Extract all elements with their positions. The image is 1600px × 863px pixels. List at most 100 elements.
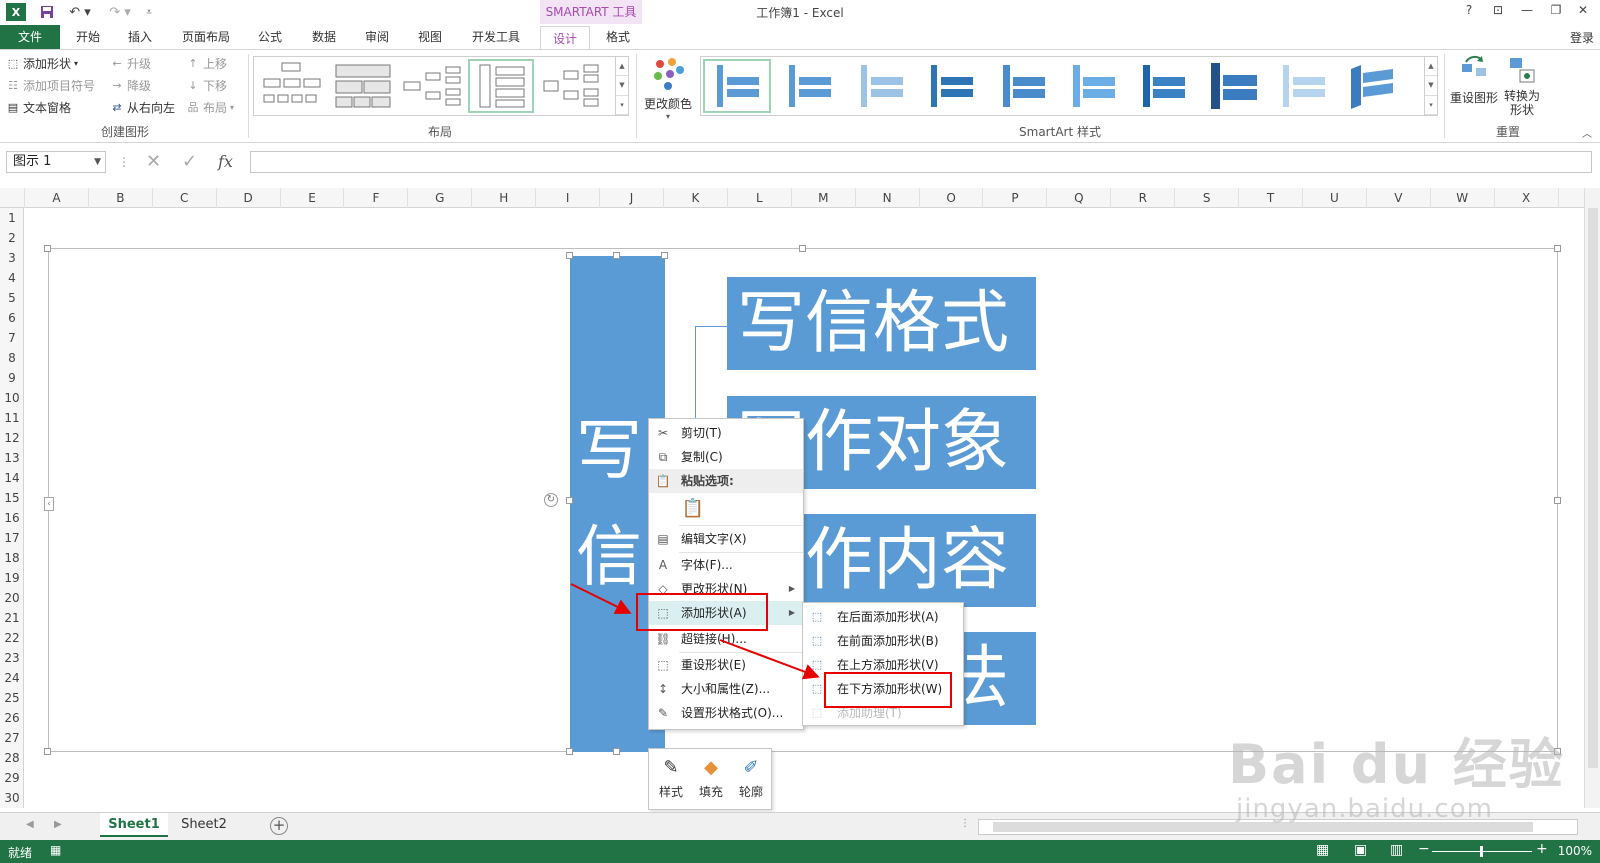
select-all-corner[interactable] <box>0 188 25 208</box>
menu-item-cut[interactable]: ✂ 剪切(T) <box>649 421 803 445</box>
column-header[interactable]: T <box>1239 188 1303 208</box>
tab-developer[interactable]: 开发工具 <box>464 25 528 49</box>
normal-view-icon[interactable]: ▦ <box>1316 842 1329 858</box>
column-header[interactable]: J <box>600 188 664 208</box>
paste-option-icon[interactable]: 📋 <box>681 497 705 521</box>
row-header[interactable]: 28 <box>0 748 24 768</box>
layout-option-horizontal-hierarchy[interactable] <box>400 59 466 113</box>
row-header[interactable]: 10 <box>0 388 24 408</box>
rotate-handle-icon[interactable]: ↻ <box>544 493 558 507</box>
row-header[interactable]: 17 <box>0 528 24 548</box>
tab-format[interactable]: 格式 <box>596 25 640 49</box>
row-header[interactable]: 30 <box>0 788 24 808</box>
row-header[interactable]: 4 <box>0 268 24 288</box>
column-header[interactable]: E <box>281 188 345 208</box>
shape-handle[interactable] <box>566 497 573 504</box>
row-header[interactable]: 25 <box>0 688 24 708</box>
menu-item-format-shape[interactable]: ✎ 设置形状格式(O)... <box>649 701 803 725</box>
resize-handle[interactable] <box>44 748 51 755</box>
split-handle-icon[interactable]: ⋮ <box>960 818 970 829</box>
row-header[interactable]: 16 <box>0 508 24 528</box>
row-header[interactable]: 2 <box>0 228 24 248</box>
row-header[interactable]: 27 <box>0 728 24 748</box>
menu-item-reset-shape[interactable]: ⬚ 重设形状(E) <box>649 653 803 677</box>
change-colors-button[interactable]: 更改颜色 ▾ <box>640 56 696 136</box>
add-shape-button[interactable]: ⬚ 添加形状 ▾ <box>6 54 78 74</box>
row-header[interactable]: 20 <box>0 588 24 608</box>
mini-fill-button[interactable]: ◆ 填充 <box>693 753 729 807</box>
zoom-level[interactable]: 100% <box>1558 844 1592 858</box>
column-header[interactable]: C <box>153 188 217 208</box>
name-box[interactable]: 图示 1 ▼ <box>6 151 106 173</box>
shape-handle[interactable] <box>613 748 620 755</box>
page-layout-view-icon[interactable]: ▣ <box>1354 842 1367 858</box>
insert-function-icon[interactable]: fx <box>218 151 233 173</box>
menu-item-edit-text[interactable]: ▤ 编辑文字(X) <box>649 527 803 551</box>
row-header[interactable]: 7 <box>0 328 24 348</box>
column-header[interactable]: L <box>728 188 792 208</box>
style-option-2[interactable] <box>775 59 841 113</box>
resize-handle[interactable] <box>799 245 806 252</box>
chevron-down-icon[interactable]: ▼ <box>94 152 101 172</box>
style-option-5[interactable] <box>989 59 1055 113</box>
layout-option-hierarchy[interactable] <box>258 59 324 113</box>
tab-insert[interactable]: 插入 <box>120 25 160 49</box>
style-option-10[interactable] <box>1337 59 1403 113</box>
tab-design[interactable]: 设计 <box>540 26 590 50</box>
styles-gallery-scroll[interactable]: ▲ ▼ ▾ <box>1424 57 1437 115</box>
row-header[interactable]: 19 <box>0 568 24 588</box>
next-sheet-icon[interactable]: ▶ <box>54 819 62 830</box>
row-header[interactable]: 1 <box>0 208 24 228</box>
column-header[interactable]: U <box>1303 188 1367 208</box>
ribbon-display-icon[interactable]: ⊡ <box>1487 3 1509 21</box>
row-header[interactable]: 9 <box>0 368 24 388</box>
column-header[interactable]: B <box>89 188 153 208</box>
row-header[interactable]: 6 <box>0 308 24 328</box>
restore-icon[interactable]: ❐ <box>1545 3 1567 21</box>
style-option-7[interactable] <box>1129 59 1195 113</box>
text-pane-toggle[interactable]: ‹ <box>44 497 54 511</box>
column-header[interactable]: H <box>472 188 537 208</box>
mini-outline-button[interactable]: ✐ 轮廓 <box>733 753 769 807</box>
resize-handle[interactable] <box>44 245 51 252</box>
tab-review[interactable]: 审阅 <box>357 25 397 49</box>
menu-item-copy[interactable]: ⧉ 复制(C) <box>649 445 803 469</box>
column-header[interactable]: V <box>1367 188 1431 208</box>
demote-button[interactable]: → 降级 <box>110 76 151 96</box>
minimize-icon[interactable]: — <box>1516 3 1538 21</box>
column-header[interactable]: G <box>408 188 473 208</box>
sheet-tab-sheet2[interactable]: Sheet2 <box>172 813 236 837</box>
shape-handle[interactable] <box>566 252 573 259</box>
previous-sheet-icon[interactable]: ◀ <box>26 819 34 830</box>
style-option-3[interactable] <box>847 59 913 113</box>
submenu-item-add-after[interactable]: ⬚ 在后面添加形状(A) <box>803 605 963 629</box>
layout-gallery-scroll[interactable]: ▲ ▼ ▾ <box>615 57 628 115</box>
add-sheet-icon[interactable]: + <box>270 817 288 835</box>
column-header[interactable]: R <box>1111 188 1176 208</box>
right-to-left-button[interactable]: ⇄ 从右向左 <box>110 98 175 118</box>
zoom-slider-thumb[interactable] <box>1480 846 1483 857</box>
page-break-view-icon[interactable]: ▥ <box>1390 842 1403 858</box>
column-header[interactable]: M <box>792 188 856 208</box>
column-header[interactable]: N <box>856 188 920 208</box>
style-option-9[interactable] <box>1269 59 1335 113</box>
style-option-6[interactable] <box>1059 59 1125 113</box>
mini-style-button[interactable]: ✎ 样式 <box>653 753 689 807</box>
add-bullet-button[interactable]: ☷ 添加项目符号 <box>6 76 95 96</box>
column-header[interactable]: W <box>1431 188 1495 208</box>
column-header[interactable]: I <box>536 188 601 208</box>
layout-option-table-hierarchy[interactable] <box>330 59 396 113</box>
cancel-icon[interactable]: ✕ <box>146 151 161 173</box>
row-header[interactable]: 5 <box>0 288 24 308</box>
row-header[interactable]: 8 <box>0 348 24 368</box>
tab-page-layout[interactable]: 页面布局 <box>174 25 238 49</box>
column-header[interactable]: F <box>345 188 409 208</box>
row-header[interactable]: 3 <box>0 248 24 268</box>
tab-data[interactable]: 数据 <box>304 25 344 49</box>
row-header[interactable]: 14 <box>0 468 24 488</box>
reset-graphic-button[interactable]: 重设图形 <box>1448 54 1500 124</box>
menu-item-size-properties[interactable]: ↕ 大小和属性(Z)... <box>649 677 803 701</box>
sign-in-link[interactable]: 登录 <box>1570 29 1594 46</box>
tab-formulas[interactable]: 公式 <box>250 25 290 49</box>
scroll-thumb[interactable] <box>1588 208 1598 768</box>
